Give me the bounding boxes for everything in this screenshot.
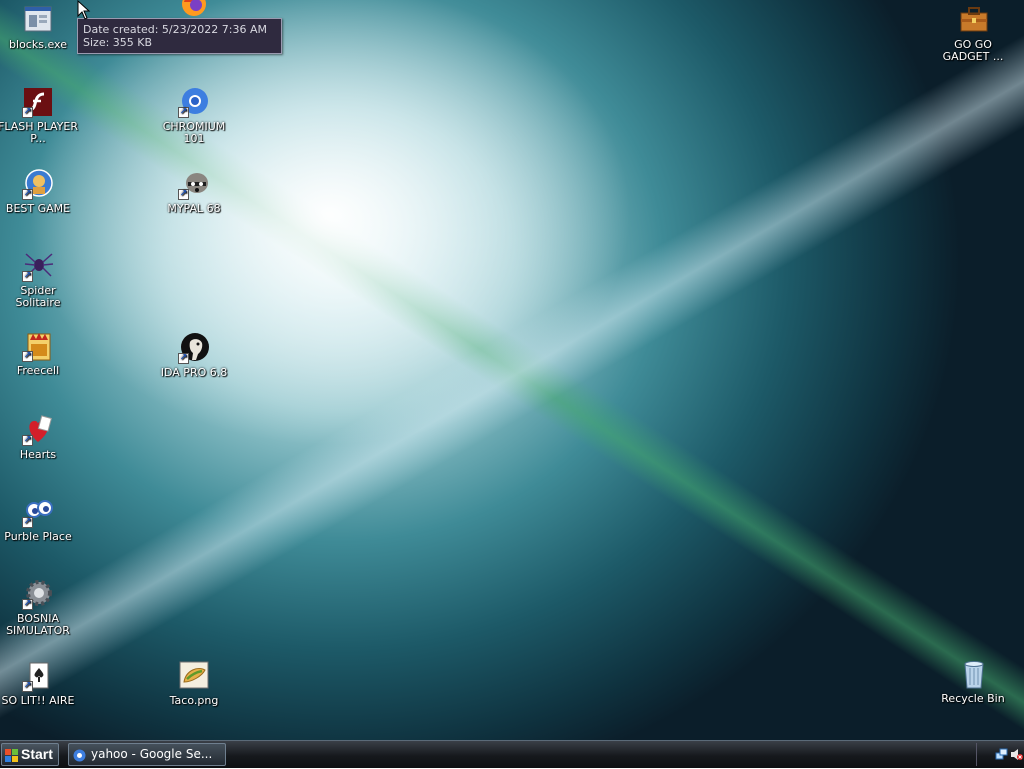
windows-logo-icon bbox=[5, 748, 19, 769]
icon-label: CHROMIUM 101 bbox=[162, 120, 226, 145]
spider-icon: ↗ bbox=[22, 250, 54, 282]
icon-label: BOSNIA SIMULATOR bbox=[6, 612, 70, 637]
desktop-icon-recycle-bin[interactable]: Recycle Bin bbox=[933, 658, 1013, 705]
flash-player-icon: ↗ bbox=[22, 86, 54, 118]
taskbar-window-title: yahoo - Google Se... bbox=[91, 747, 213, 761]
icon-label: Spider Solitaire bbox=[15, 284, 61, 309]
tooltip-size: Size: 355 KB bbox=[83, 36, 153, 49]
icon-label: SO LIT!! AIRE bbox=[1, 694, 75, 707]
tooltip: Date created: 5/23/2022 7:36 AM Size: 35… bbox=[77, 18, 282, 54]
shortcut-arrow-icon: ↗ bbox=[22, 681, 33, 692]
taskbar-window-button[interactable]: yahoo - Google Se... bbox=[68, 743, 226, 766]
shortcut-arrow-icon: ↗ bbox=[22, 351, 33, 362]
desktop-icon-ida-pro[interactable]: ↗ IDA PRO 6.8 bbox=[154, 332, 234, 379]
desktop-icon-hearts[interactable]: ↗ Hearts bbox=[0, 414, 78, 461]
shortcut-arrow-icon: ↗ bbox=[22, 107, 33, 118]
desktop-icon-blocks[interactable]: blocks.exe bbox=[0, 4, 78, 51]
icon-label: Hearts bbox=[19, 448, 57, 461]
purble-place-icon: ↗ bbox=[22, 496, 54, 528]
desktop-icon-best-game[interactable]: ↗ BEST GAME bbox=[0, 168, 78, 215]
mouse-cursor-icon bbox=[77, 0, 91, 23]
briefcase-icon bbox=[957, 4, 989, 36]
shortcut-arrow-icon: ↗ bbox=[22, 517, 33, 528]
icon-label: Freecell bbox=[16, 364, 60, 377]
solitaire-card-icon: ↗ bbox=[22, 660, 54, 692]
icon-label: Purble Place bbox=[4, 530, 72, 543]
icon-label: blocks.exe bbox=[9, 38, 67, 51]
start-label: Start bbox=[21, 746, 53, 762]
start-button[interactable]: Start bbox=[1, 743, 59, 766]
icon-label: Recycle Bin bbox=[941, 692, 1005, 705]
raccoon-icon: ↗ bbox=[178, 168, 210, 200]
icon-label: Taco.png bbox=[169, 694, 219, 707]
system-tray bbox=[976, 743, 1024, 766]
desktop[interactable]: blocks.exe ↗ FLASH PLAYER P... ↗ BEST GA… bbox=[0, 0, 1024, 740]
shortcut-arrow-icon: ↗ bbox=[178, 353, 189, 364]
desktop-icon-taco-png[interactable]: Taco.png bbox=[154, 660, 234, 707]
icon-label: IDA PRO 6.8 bbox=[160, 366, 228, 379]
desktop-icon-flash-player[interactable]: ↗ FLASH PLAYER P... bbox=[0, 86, 78, 145]
volume-muted-icon[interactable] bbox=[1010, 748, 1023, 764]
taskbar: Start yahoo - Google Se... bbox=[0, 740, 1024, 768]
shortcut-arrow-icon: ↗ bbox=[22, 599, 33, 610]
desktop-icon-chromium[interactable]: ↗ CHROMIUM 101 bbox=[154, 86, 234, 145]
network-icon[interactable] bbox=[995, 748, 1008, 764]
shortcut-arrow-icon: ↗ bbox=[22, 435, 33, 446]
desktop-icon-go-go-gadget[interactable]: GO GO GADGET ... bbox=[933, 4, 1013, 63]
icon-label: FLASH PLAYER P... bbox=[0, 120, 78, 145]
desktop-icon-bosnia-simulator[interactable]: ↗ BOSNIA SIMULATOR bbox=[0, 578, 78, 637]
chromium-small-icon bbox=[73, 748, 86, 765]
taco-image-icon bbox=[178, 660, 210, 692]
desktop-icon-so-lit-aire[interactable]: ↗ SO LIT!! AIRE bbox=[0, 660, 78, 707]
best-game-icon: ↗ bbox=[22, 168, 54, 200]
firefox-icon bbox=[178, 0, 210, 18]
shortcut-arrow-icon: ↗ bbox=[178, 189, 189, 200]
icon-label: MYPAL 68 bbox=[167, 202, 221, 215]
recycle-bin-icon bbox=[957, 658, 989, 690]
hearts-icon: ↗ bbox=[22, 414, 54, 446]
freecell-icon: ↗ bbox=[22, 330, 54, 362]
icon-label: GO GO GADGET ... bbox=[942, 38, 1004, 63]
icon-label: BEST GAME bbox=[5, 202, 71, 215]
gear-icon: ↗ bbox=[22, 578, 54, 610]
desktop-icon-purble-place[interactable]: ↗ Purble Place bbox=[0, 496, 78, 543]
desktop-icon-freecell[interactable]: ↗ Freecell bbox=[0, 330, 78, 377]
desktop-icon-spider-solitaire[interactable]: ↗ Spider Solitaire bbox=[0, 250, 78, 309]
shortcut-arrow-icon: ↗ bbox=[22, 189, 33, 200]
tooltip-date-created: Date created: 5/23/2022 7:36 AM bbox=[83, 23, 268, 36]
blocks-app-icon bbox=[22, 4, 54, 36]
shortcut-arrow-icon: ↗ bbox=[178, 107, 189, 118]
shortcut-arrow-icon: ↗ bbox=[22, 271, 33, 282]
chromium-icon: ↗ bbox=[178, 86, 210, 118]
desktop-icon-mypal[interactable]: ↗ MYPAL 68 bbox=[154, 168, 234, 215]
ida-pro-icon: ↗ bbox=[178, 332, 210, 364]
